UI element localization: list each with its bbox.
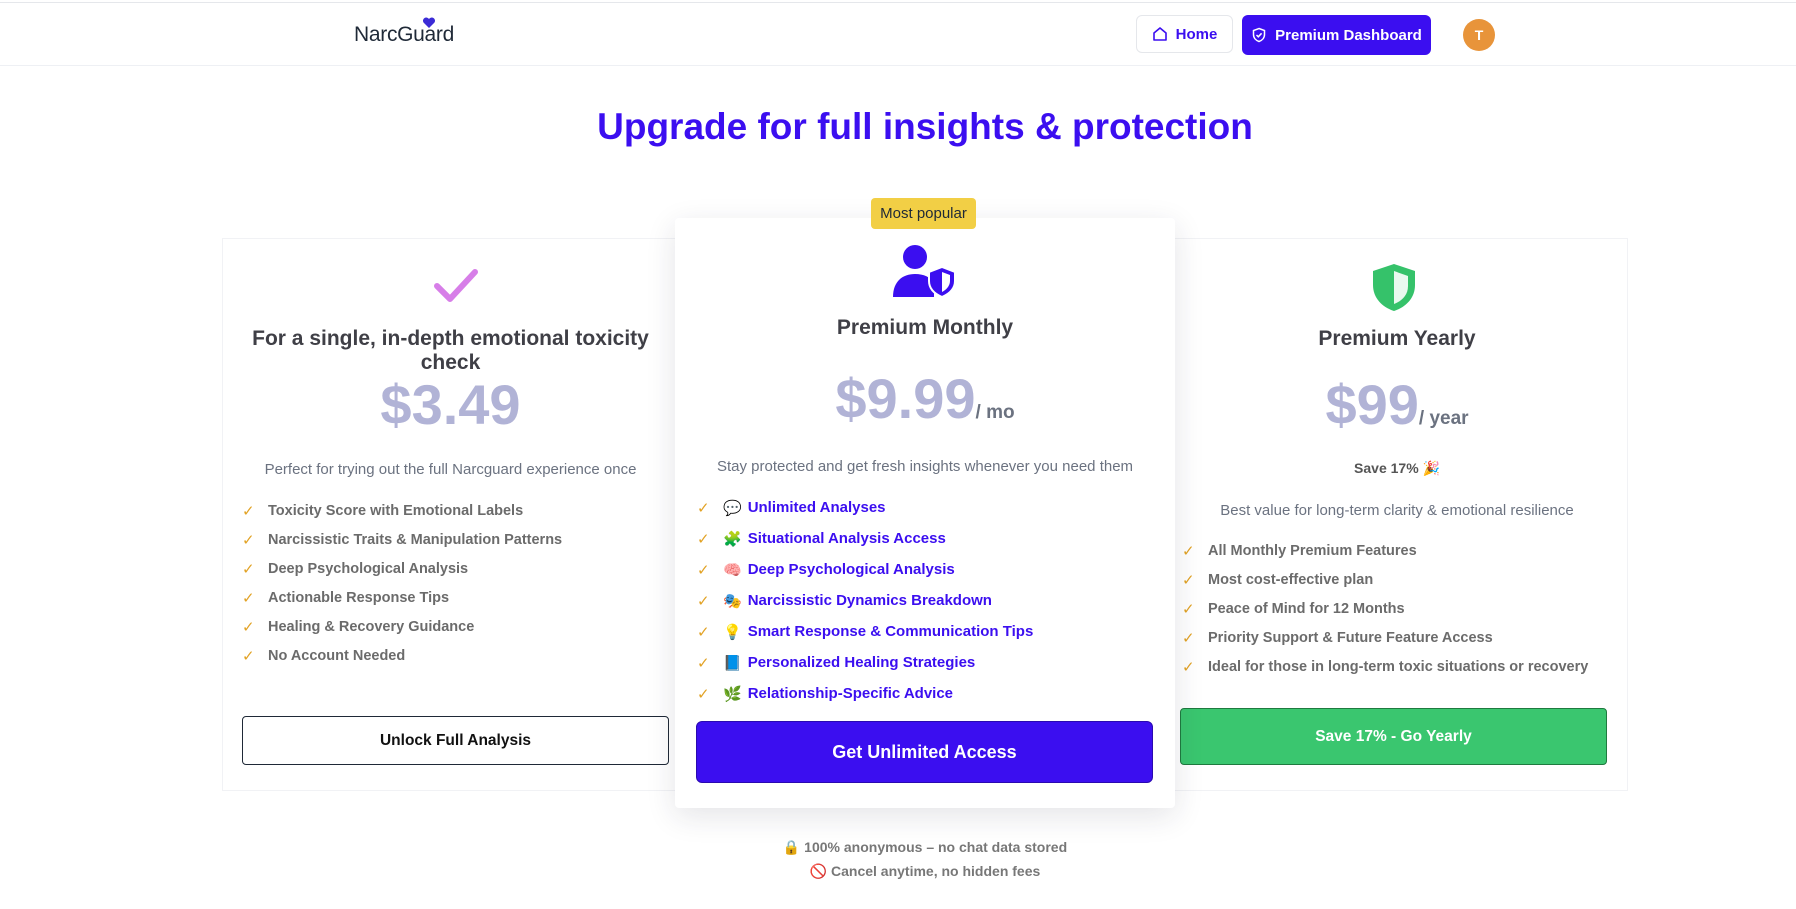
navbar: NarcGuard Home Premium Dashboard T <box>0 3 1796 66</box>
heart-icon <box>422 17 436 28</box>
price-monthly: $9.99/ mo <box>675 366 1175 431</box>
list-item: ✓ Priority Support & Future Feature Acces… <box>1182 629 1493 647</box>
list-item: ✓ Toxicity Score with Emotional Labels <box>242 502 524 520</box>
list-item: ✓ Peace of Mind for 12 Months <box>1182 600 1405 618</box>
home-button[interactable]: Home <box>1136 15 1233 53</box>
list-item: ✓ Most cost-effective plan <box>1182 571 1374 589</box>
go-yearly-button[interactable]: Save 17% - Go Yearly <box>1180 708 1607 765</box>
check-icon: ✓ <box>697 685 710 703</box>
plan-title-single: For a single, in-depth emotional toxicit… <box>252 327 649 374</box>
plan-description-monthly: Stay protected and get fresh insights wh… <box>716 458 1134 475</box>
unlock-full-analysis-button[interactable]: Unlock Full Analysis <box>242 716 669 765</box>
price-single: $3.49 <box>222 372 679 437</box>
list-item: ✓ 📘 Personalized Healing Strategies <box>697 654 976 672</box>
check-icon: ✓ <box>697 530 710 548</box>
price-period: / mo <box>975 402 1015 423</box>
page-title: Upgrade for full insights & protection <box>597 106 1253 147</box>
shield-check-icon <box>1252 27 1266 43</box>
premium-dashboard-button[interactable]: Premium Dashboard <box>1242 15 1431 55</box>
plan-title-monthly: Premium Monthly <box>836 316 1014 339</box>
check-icon: ✓ <box>697 561 710 579</box>
list-item: ✓ Narcissistic Traits & Manipulation Patt… <box>242 531 563 549</box>
list-item: ✓ 🧩 Situational Analysis Access <box>697 530 946 548</box>
savings-label: Save 17% 🎉 <box>1354 460 1440 476</box>
list-item: ✓ 💬 Unlimited Analyses <box>697 499 886 517</box>
list-item: ✓ Ideal for those in long-term toxic situ… <box>1182 658 1589 676</box>
check-icon: ✓ <box>697 623 710 641</box>
privacy-note: 🔒 100% anonymous – no chat data stored <box>782 839 1068 855</box>
feature-list-monthly: ✓ 💬 Unlimited Analyses ✓ 🧩 Situational Analy… <box>697 492 1157 709</box>
most-popular-badge: Most popular <box>871 198 976 229</box>
shield-icon <box>1373 264 1415 311</box>
plan-description-yearly: Best value for long-term clarity & emoti… <box>1220 502 1574 519</box>
check-icon: ✓ <box>1182 658 1195 676</box>
user-shield-icon <box>893 245 956 299</box>
check-icon: ✓ <box>697 592 710 610</box>
home-label: Home <box>1175 25 1218 43</box>
price-amount: $9.99 <box>835 367 976 430</box>
logo[interactable]: NarcGuard <box>354 23 454 47</box>
list-item: ✓ Actionable Response Tips <box>242 589 450 607</box>
check-icon: ✓ <box>242 618 255 636</box>
check-icon: ✓ <box>1182 629 1195 647</box>
plan-description-single: Perfect for trying out the full Narcguar… <box>264 461 637 478</box>
plan-title-yearly: Premium Yearly <box>1318 327 1476 350</box>
home-icon <box>1152 27 1167 41</box>
check-icon: ✓ <box>242 502 255 520</box>
check-icon: ✓ <box>1182 571 1195 589</box>
check-icon: ✓ <box>242 560 255 578</box>
checkmark-icon <box>434 269 478 302</box>
list-item: ✓ 💡 Smart Response & Communication Tips <box>697 623 1034 641</box>
price-amount: $99 <box>1325 373 1419 436</box>
feature-list-yearly: ✓ All Monthly Premium Features ✓ Most cost… <box>1182 536 1622 681</box>
price-yearly: $99/ year <box>1166 372 1628 437</box>
cancel-note: 🚫 Cancel anytime, no hidden fees <box>809 863 1041 879</box>
check-icon: ✓ <box>242 647 255 665</box>
list-item: ✓ No Account Needed <box>242 647 406 665</box>
check-icon: ✓ <box>242 531 255 549</box>
price-amount: $3.49 <box>380 373 521 436</box>
check-icon: ✓ <box>1182 600 1195 618</box>
list-item: ✓ 🌿 Relationship-Specific Advice <box>697 685 954 703</box>
list-item: ✓ Healing & Recovery Guidance <box>242 618 475 636</box>
list-item: ✓ All Monthly Premium Features <box>1182 542 1417 560</box>
list-item: ✓ 🧠 Deep Psychological Analysis <box>697 561 955 579</box>
price-period: / year <box>1418 408 1469 429</box>
avatar[interactable]: T <box>1463 19 1495 51</box>
check-icon: ✓ <box>697 499 710 517</box>
premium-dashboard-label: Premium Dashboard <box>1275 26 1422 44</box>
feature-list-single: ✓ Toxicity Score with Emotional Labels ✓ N… <box>242 496 662 670</box>
check-icon: ✓ <box>1182 542 1195 560</box>
check-icon: ✓ <box>697 654 710 672</box>
list-item: ✓ 🎭 Narcissistic Dynamics Breakdown <box>697 592 992 610</box>
get-unlimited-access-button[interactable]: Get Unlimited Access <box>696 721 1153 783</box>
list-item: ✓ Deep Psychological Analysis <box>242 560 469 578</box>
check-icon: ✓ <box>242 589 255 607</box>
